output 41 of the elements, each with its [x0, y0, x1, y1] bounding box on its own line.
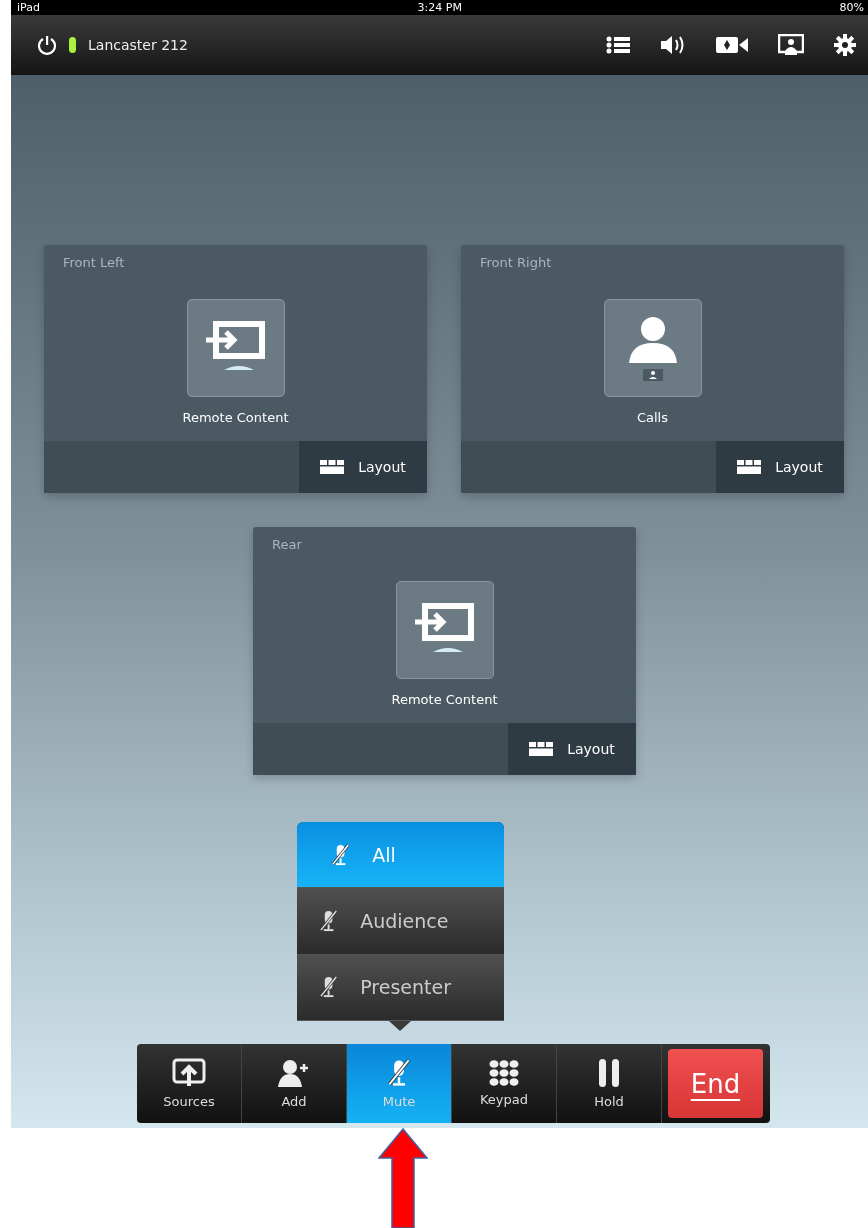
menu-pointer: [389, 1021, 411, 1032]
muted-microphone-icon: [319, 975, 339, 1000]
battery-level: 80%: [839, 1, 864, 15]
layout-button[interactable]: Layout: [299, 441, 427, 494]
source-label: Remote Content: [391, 692, 498, 708]
add-person-icon: [278, 1058, 310, 1089]
source-tile[interactable]: [603, 299, 702, 398]
volume-icon[interactable]: [660, 35, 686, 56]
muted-microphone-icon: [319, 909, 339, 934]
upload-screen-icon: [172, 1058, 206, 1089]
video-camera-icon[interactable]: [716, 36, 748, 55]
presenter-screen-icon[interactable]: [778, 34, 804, 57]
layout-grid-icon: [529, 742, 554, 757]
toolbar-button[interactable]: Sources: [137, 1044, 242, 1124]
pause-icon: [597, 1058, 621, 1089]
status-indicator: [69, 37, 76, 54]
list-icon[interactable]: [606, 36, 630, 55]
layout-button[interactable]: Layout: [716, 441, 844, 494]
clock: 3:24 PM: [417, 1, 462, 15]
display-title: Rear: [272, 537, 302, 553]
layout-button[interactable]: Layout: [508, 723, 636, 776]
device-name: iPad: [17, 1, 40, 15]
muted-microphone-icon: [387, 1058, 411, 1089]
mute-option[interactable]: Audience: [297, 888, 504, 955]
display-title: Front Right: [480, 255, 552, 271]
power-icon[interactable]: [37, 35, 57, 56]
room-name: Lancaster 212: [88, 37, 189, 54]
mute-option[interactable]: Presenter: [297, 954, 504, 1022]
source-label: Remote Content: [182, 410, 289, 426]
settings-icon[interactable]: [834, 34, 856, 57]
source-tile[interactable]: [395, 581, 494, 680]
layout-grid-icon: [320, 460, 345, 475]
display-title: Front Left: [63, 255, 125, 271]
keypad-icon: [489, 1060, 519, 1087]
toolbar-button[interactable]: Keypad: [452, 1044, 557, 1124]
end-call-button[interactable]: End: [668, 1049, 763, 1119]
toolbar-button[interactable]: Hold: [557, 1044, 662, 1124]
muted-microphone-icon: [331, 842, 351, 867]
layout-grid-icon: [737, 460, 762, 475]
source-label: Calls: [636, 410, 668, 426]
source-tile[interactable]: [186, 299, 285, 398]
